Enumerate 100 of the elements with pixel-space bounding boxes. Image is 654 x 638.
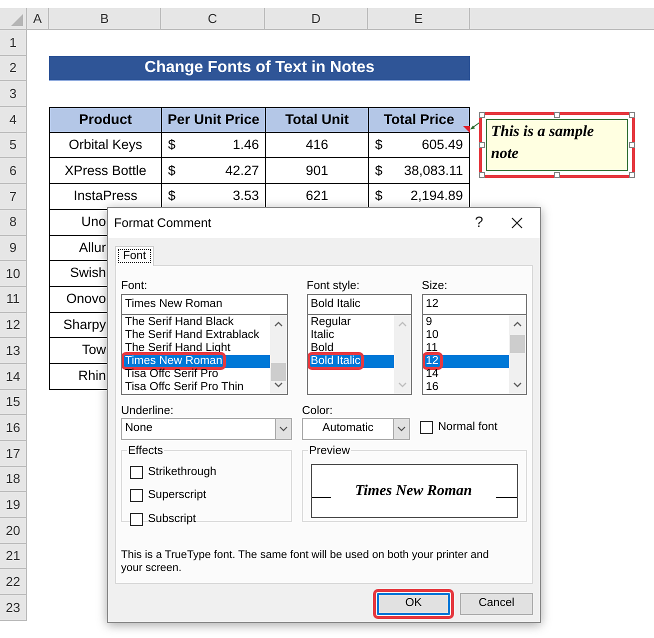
- resize-handle[interactable]: [554, 112, 560, 118]
- resize-handle[interactable]: [629, 172, 635, 178]
- scrollbar[interactable]: [270, 315, 287, 394]
- row-header[interactable]: 17: [0, 441, 27, 467]
- list-item[interactable]: Regular: [308, 316, 394, 329]
- row-header[interactable]: 14: [0, 364, 27, 390]
- resize-handle[interactable]: [629, 112, 635, 118]
- column-header[interactable]: C: [161, 8, 265, 30]
- currency-symbol: $: [375, 187, 383, 206]
- column-header[interactable]: B: [49, 8, 161, 30]
- cell-value: 2,194.89: [410, 187, 463, 206]
- checkbox[interactable]: [130, 466, 143, 480]
- checkbox-label: Normal font: [438, 420, 498, 435]
- field-label: Font style:: [306, 279, 361, 294]
- currency-symbol: $: [375, 162, 383, 180]
- cell-value: 605.49: [422, 136, 463, 154]
- list-item[interactable]: 9: [422, 316, 509, 329]
- row-header[interactable]: 4: [0, 107, 27, 133]
- scroll-up-icon[interactable]: [274, 321, 283, 327]
- cell-value: 3.53: [232, 187, 259, 206]
- checkbox[interactable]: [130, 512, 143, 526]
- scrollbar-thumb[interactable]: [270, 363, 286, 381]
- row-header[interactable]: 15: [0, 390, 27, 416]
- row-header[interactable]: 12: [0, 312, 27, 338]
- table-header: Product: [49, 107, 161, 133]
- list-item[interactable]: 14: [422, 368, 509, 381]
- row-header[interactable]: 23: [0, 595, 27, 621]
- row-header[interactable]: 7: [0, 184, 27, 210]
- row-header[interactable]: 20: [0, 518, 27, 544]
- row-header[interactable]: 18: [0, 466, 27, 492]
- currency-symbol: $: [375, 136, 383, 154]
- list-item[interactable]: 12: [422, 355, 509, 368]
- font-input[interactable]: Times New Roman: [121, 294, 288, 315]
- resize-handle[interactable]: [479, 172, 485, 178]
- table-cell: XPress Bottle: [49, 158, 161, 184]
- row-header[interactable]: 6: [0, 158, 27, 184]
- scroll-down-icon[interactable]: [274, 382, 283, 388]
- size-list[interactable]: 9 10 11 12 14 16: [422, 315, 527, 395]
- checkbox[interactable]: [130, 489, 143, 502]
- underline-dropdown[interactable]: None: [121, 418, 292, 440]
- list-item[interactable]: 10: [422, 329, 509, 342]
- list-item[interactable]: 16: [422, 381, 509, 394]
- checkbox[interactable]: [420, 420, 433, 434]
- row-header[interactable]: 2: [0, 56, 27, 82]
- info-text: This is a TrueType font. The same font will be used on both your printer and your screen.: [121, 549, 490, 576]
- scroll-up-icon[interactable]: [512, 321, 522, 327]
- field-label: Color:: [302, 404, 334, 418]
- row-header[interactable]: 16: [0, 415, 27, 441]
- row-header[interactable]: 21: [0, 544, 27, 570]
- style-list[interactable]: Regular Italic Bold Bold Italic: [306, 315, 412, 395]
- table-cell: 416: [265, 132, 368, 158]
- row-header[interactable]: 10: [0, 261, 27, 287]
- row-header[interactable]: 8: [0, 210, 27, 236]
- comment-note[interactable]: This is a sample note: [479, 112, 635, 178]
- currency-symbol: $: [168, 162, 176, 180]
- preview-text: Times New Roman: [355, 482, 472, 501]
- help-button[interactable]: ?: [464, 209, 494, 237]
- checkbox-label: Superscript: [148, 488, 206, 504]
- cell-value: 1.46: [232, 136, 259, 154]
- row-header[interactable]: 5: [0, 132, 27, 158]
- close-icon: [511, 217, 523, 229]
- table-header: Per Unit Price: [161, 107, 265, 133]
- column-header[interactable]: A: [27, 8, 49, 30]
- row-header[interactable]: 13: [0, 338, 27, 364]
- currency-symbol: $: [168, 187, 176, 206]
- row-header[interactable]: 22: [0, 569, 27, 596]
- resize-handle[interactable]: [479, 112, 485, 118]
- title-banner: Change Fonts of Text in Notes: [49, 56, 470, 80]
- tab[interactable]: Font: [115, 246, 154, 266]
- column-header[interactable]: E: [368, 8, 470, 30]
- size-input[interactable]: 12: [422, 294, 527, 315]
- scrollbar[interactable]: [508, 315, 526, 394]
- table-header: Total Unit: [265, 107, 368, 133]
- dialog-button[interactable]: Cancel: [460, 593, 533, 615]
- list-item[interactable]: Bold Italic: [308, 355, 394, 368]
- cell-value: 42.27: [225, 162, 259, 180]
- checkbox-label: Subscript: [148, 512, 196, 526]
- scrollbar-thumb[interactable]: [510, 335, 525, 353]
- currency-symbol: $: [168, 136, 176, 154]
- row-header[interactable]: 1: [0, 30, 27, 56]
- scroll-down-icon[interactable]: [512, 382, 522, 388]
- color-dropdown[interactable]: Automatic: [302, 418, 410, 440]
- table-cell: Orbital Keys: [49, 132, 161, 158]
- field-label: Size:: [422, 279, 448, 294]
- list-item[interactable]: Bold: [308, 342, 394, 355]
- row-header[interactable]: 3: [0, 81, 27, 108]
- resize-handle[interactable]: [554, 172, 560, 178]
- row-header[interactable]: 9: [0, 236, 27, 262]
- list-item[interactable]: 11: [422, 342, 509, 355]
- table-cell: 901: [265, 158, 368, 184]
- resize-handle[interactable]: [479, 142, 485, 148]
- style-input[interactable]: Bold Italic: [306, 294, 412, 315]
- checkbox-label: Strikethrough: [148, 465, 216, 480]
- row-header[interactable]: 11: [0, 286, 27, 313]
- resize-handle[interactable]: [629, 142, 635, 148]
- list-item[interactable]: Italic: [308, 329, 394, 342]
- row-header[interactable]: 19: [0, 492, 27, 518]
- column-header[interactable]: D: [265, 8, 368, 30]
- cell-value: 38,083.11: [404, 162, 463, 180]
- list-item[interactable]: Times New Roman: [122, 355, 270, 368]
